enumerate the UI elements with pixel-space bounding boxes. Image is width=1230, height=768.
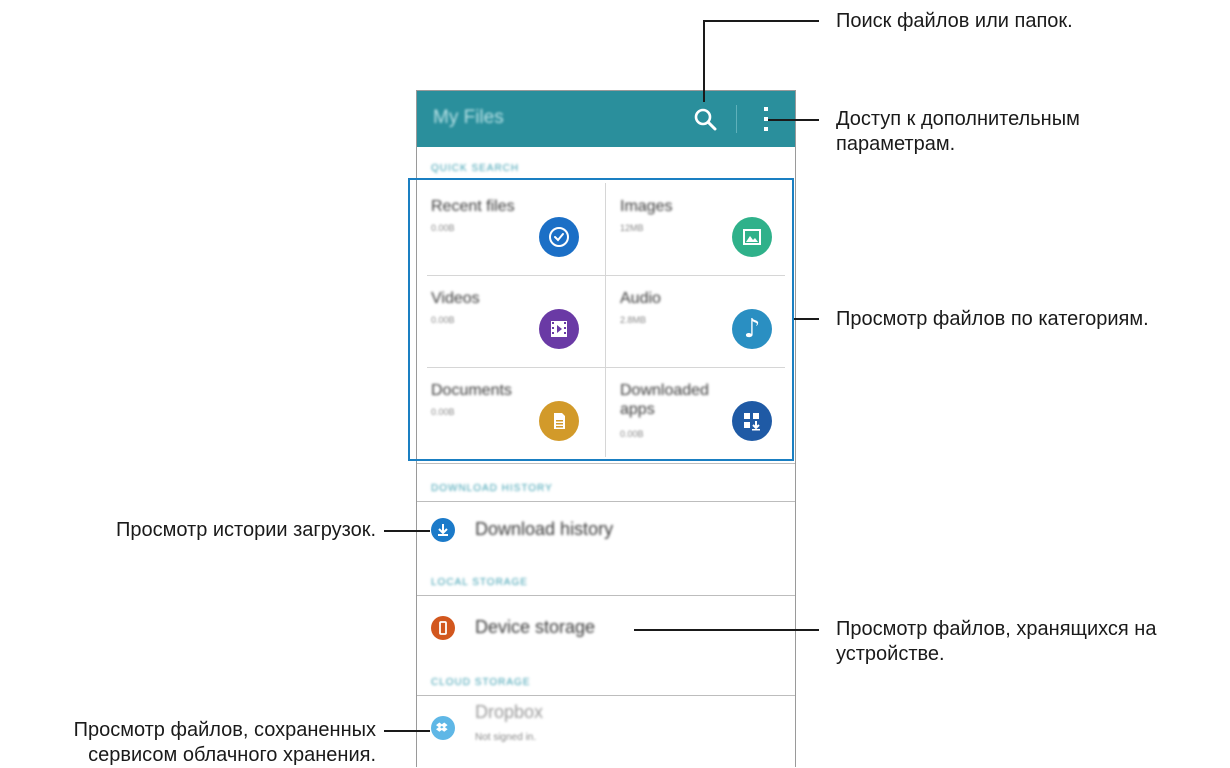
- device-storage-item[interactable]: Device storage: [417, 596, 795, 656]
- phone-icon: [431, 616, 455, 640]
- tile-size: 0.00B: [431, 223, 455, 233]
- download-history-item[interactable]: Download history: [417, 502, 795, 562]
- callout-line-search: [703, 20, 819, 22]
- category-tile-recent-files[interactable]: Recent files 0.00B: [417, 183, 603, 275]
- tile-size: 12MB: [620, 223, 644, 233]
- dropbox-item[interactable]: Dropbox Not signed in.: [417, 696, 795, 756]
- my-files-screen: My Files QUICK SEARCH Recent files 0.00B: [416, 90, 796, 767]
- tile-label: Videos: [431, 290, 480, 307]
- category-tile-videos[interactable]: Videos 0.00B: [417, 275, 603, 367]
- download-history-label: Download history: [475, 519, 614, 539]
- category-tile-images[interactable]: Images 12MB: [606, 183, 792, 275]
- clock-icon: [539, 217, 579, 257]
- callout-device-storage-text: Просмотр файлов, хранящихся на устройств…: [836, 617, 1156, 667]
- section-title-local-storage: LOCAL STORAGE: [431, 577, 528, 588]
- tile-label: Recent files: [431, 198, 515, 215]
- section-title-download-history: DOWNLOAD HISTORY: [431, 483, 553, 494]
- tile-label: Audio: [620, 290, 661, 307]
- callout-line-more: [768, 119, 819, 121]
- tile-label: Images: [620, 198, 673, 215]
- image-icon: [732, 217, 772, 257]
- tile-size: 2.8MB: [620, 315, 647, 325]
- tile-size: 0.00B: [620, 429, 644, 439]
- download-icon: [431, 518, 455, 542]
- category-tile-documents[interactable]: Documents 0.00B: [417, 367, 603, 459]
- callout-more-text: Доступ к дополнительным параметрам.: [836, 107, 1080, 157]
- tile-size: 0.00B: [431, 315, 455, 325]
- category-tile-audio[interactable]: Audio 2.8MB ♪: [606, 275, 792, 367]
- search-icon[interactable]: [691, 105, 719, 133]
- app-bar: My Files: [417, 91, 795, 147]
- callout-line-cloud: [384, 730, 430, 732]
- callout-cloud-line2: сервисом облачного хранения.: [88, 744, 376, 766]
- section-title-quick-search: QUICK SEARCH: [431, 163, 520, 174]
- music-note-icon: ♪: [732, 309, 772, 349]
- dropbox-status: Not signed in.: [475, 732, 537, 743]
- category-tile-downloaded-apps[interactable]: Downloaded apps 0.00B: [606, 367, 792, 459]
- callout-device-line2: устройстве.: [836, 643, 945, 665]
- section-divider: [417, 463, 795, 464]
- callout-cloud-text: Просмотр файлов, сохраненных сервисом об…: [0, 718, 376, 768]
- callout-line-download-history: [384, 530, 430, 532]
- tile-label: Documents: [431, 382, 512, 399]
- callout-device-line1: Просмотр файлов, хранящихся на: [836, 618, 1157, 640]
- callout-more-line1: Доступ к дополнительным: [836, 108, 1080, 130]
- document-icon: [539, 401, 579, 441]
- callout-more-line2: параметрам.: [836, 133, 956, 155]
- callout-line-categories: [794, 318, 819, 320]
- dropbox-icon: [431, 716, 455, 740]
- callout-categories-text: Просмотр файлов по категориям.: [836, 308, 1149, 330]
- film-icon: [539, 309, 579, 349]
- section-title-cloud-storage: CLOUD STORAGE: [431, 677, 531, 688]
- dropbox-label: Dropbox: [475, 702, 544, 722]
- callout-search-text: Поиск файлов или папок.: [836, 10, 1073, 32]
- callout-line-device-storage: [634, 629, 819, 631]
- callout-line-search: [703, 20, 705, 102]
- app-bar-separator: [736, 105, 737, 133]
- callout-cloud-line1: Просмотр файлов, сохраненных: [73, 719, 376, 741]
- tile-label: Downloaded apps: [620, 382, 709, 418]
- app-title: My Files: [433, 107, 504, 128]
- callout-download-history-text: Просмотр истории загрузок.: [115, 519, 376, 541]
- tile-size: 0.00B: [431, 407, 455, 417]
- download-apps-icon: [732, 401, 772, 441]
- device-storage-label: Device storage: [475, 617, 596, 637]
